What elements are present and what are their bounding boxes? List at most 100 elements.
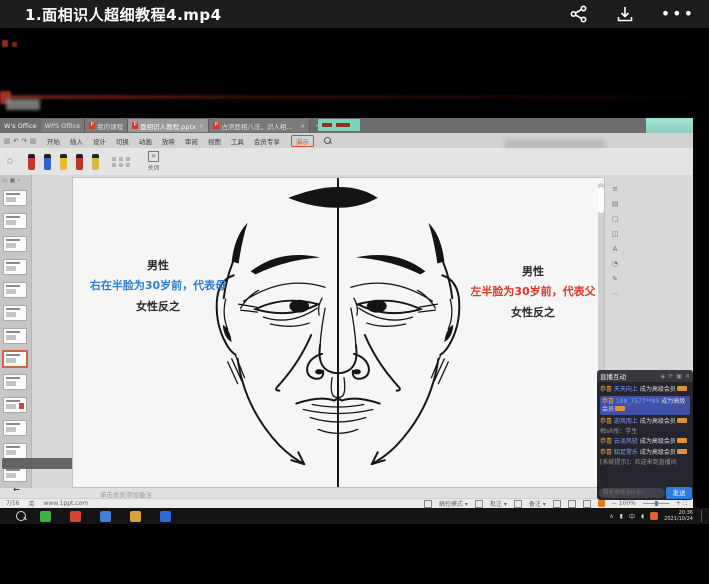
clock-icon[interactable]: ◔	[612, 260, 618, 268]
wps-doc-icon: P	[213, 122, 220, 129]
member-badge-icon	[676, 385, 687, 391]
slide-thumbnail[interactable]	[3, 236, 27, 252]
language-indicator: 英	[28, 501, 35, 508]
chat-input[interactable]	[599, 488, 665, 498]
view-mode-icon[interactable]	[424, 499, 432, 508]
close-icon[interactable]: ×	[148, 151, 160, 162]
download-icon[interactable]	[615, 4, 635, 24]
slide-thumbnail[interactable]	[3, 351, 27, 367]
slide-thumbnail[interactable]	[3, 328, 27, 344]
chat-title: 直播互动	[600, 373, 626, 381]
stocks-app-icon[interactable]	[70, 510, 81, 522]
file-explorer-icon[interactable]	[130, 510, 141, 522]
chat-username: 知足常乐	[613, 448, 640, 456]
text-tool-icon[interactable]: A	[613, 245, 618, 253]
wps-window-tab[interactable]: WPS Office	[40, 119, 86, 132]
menu-item[interactable]: 审阅	[180, 136, 203, 146]
show-desktop-button[interactable]	[701, 510, 705, 522]
close-chat-icon[interactable]: ✕	[685, 373, 690, 380]
menu-item-highlight[interactable]: 演示	[290, 134, 314, 147]
more-options-icon[interactable]: •••	[661, 4, 695, 24]
wps-window-tab[interactable]: P 我的课程	[85, 119, 129, 132]
print-icon[interactable]	[29, 137, 36, 144]
eraser-tools[interactable]	[111, 156, 130, 167]
slide-thumbnail[interactable]	[3, 397, 27, 413]
chat-username: 天天向上	[613, 385, 640, 393]
taskbar-search-icon[interactable]	[16, 511, 26, 521]
back-arrow-icon[interactable]: ←	[13, 485, 20, 494]
more-icon[interactable]: ⋯	[612, 290, 619, 298]
zoom-slider[interactable]	[642, 501, 669, 506]
menu-item[interactable]: 工具	[226, 136, 249, 146]
slide-thumbnail[interactable]	[3, 305, 27, 321]
view-mode-icon[interactable]	[474, 499, 483, 508]
redo-icon[interactable]: ↷	[21, 137, 26, 145]
marker-pen-icon[interactable]	[59, 153, 67, 170]
menu-item[interactable]: 开始	[42, 136, 65, 146]
wechat-icon[interactable]	[40, 510, 51, 522]
slide-thumbnail[interactable]	[3, 213, 27, 229]
menu-item[interactable]: 切换	[111, 136, 134, 146]
wps-window-tab[interactable]: P占测面相八法，识人相面，轻松…×	[209, 119, 311, 132]
search-icon[interactable]	[323, 137, 331, 144]
slide-view-icon[interactable]	[552, 499, 561, 508]
zoom-in-button[interactable]: + ⛶	[676, 500, 687, 508]
marker-pen-icon[interactable]	[75, 153, 83, 170]
scrollbar-thumb[interactable]	[598, 187, 604, 213]
marker-pen-icon[interactable]	[91, 153, 99, 170]
gender-label: 男性	[522, 265, 544, 278]
sorter-view-icon[interactable]	[567, 499, 576, 508]
tab-close-icon[interactable]: ×	[199, 122, 204, 130]
slide-thumbnail[interactable]	[3, 259, 27, 275]
wps-workspace: ▭▣› 男性 右在半脸为30岁前，代表母 女性反之 男性 左半脸为30岁前，代表…	[0, 175, 693, 488]
animation-icon[interactable]: ◫	[612, 230, 619, 238]
notes-icon[interactable]: ▤	[612, 200, 619, 208]
settings-icon[interactable]: ▣	[676, 373, 682, 380]
gift-icon[interactable]: ◈	[661, 373, 666, 380]
play-slideshow-icon[interactable]	[597, 500, 605, 507]
menu-item[interactable]: 插入	[65, 136, 88, 146]
layout-icon[interactable]: ▢	[612, 215, 619, 223]
zoom-slider-handle[interactable]	[654, 501, 658, 506]
slide-thumbnail[interactable]	[3, 190, 27, 206]
refresh-icon[interactable]: ⟳	[668, 373, 673, 380]
menu-item[interactable]: 会员专享	[249, 136, 285, 146]
tray-expand-icon[interactable]: ∧	[609, 513, 613, 520]
panel-view-icons[interactable]: ▭▣›	[2, 177, 22, 184]
send-button[interactable]: 发送	[666, 487, 692, 499]
tray-app-icon[interactable]	[650, 512, 659, 520]
undo-icon[interactable]: ↶	[13, 137, 18, 145]
wps-window-tab[interactable]: P 面相识人教程.pptx ×	[128, 119, 210, 132]
statusbar-button[interactable]: 备注 ▾	[529, 499, 546, 508]
tab-close-icon[interactable]: ×	[300, 122, 305, 130]
marker-pen-icon[interactable]	[43, 153, 51, 170]
slide-thumbnail[interactable]	[3, 282, 27, 298]
slide-thumbnail[interactable]	[3, 374, 27, 390]
member-badge-icon	[676, 417, 687, 423]
reading-view-icon[interactable]	[582, 499, 591, 508]
menu-item[interactable]: 放映	[157, 136, 180, 146]
close-pen-panel-button[interactable]: × 关闭	[148, 151, 160, 172]
menu-item[interactable]: 设计	[88, 136, 111, 146]
statusbar-button[interactable]: 批注 ▾	[490, 499, 507, 508]
recording-badge	[318, 119, 360, 131]
favorite-icon[interactable]: ✩	[6, 157, 14, 167]
edit-icon[interactable]: ✎	[612, 275, 618, 283]
marker-pen-icon[interactable]	[27, 153, 35, 170]
ime-icon[interactable]: 中	[629, 512, 635, 521]
slide-thumbnail[interactable]	[3, 420, 27, 436]
taskbar-clock[interactable]: 20:36 2021/10/24	[664, 510, 693, 522]
save-icon[interactable]	[4, 137, 10, 144]
volume-icon[interactable]: ◖	[641, 513, 644, 520]
outline-icon[interactable]: ≡	[612, 185, 618, 193]
battery-icon[interactable]: ▮	[620, 513, 623, 520]
view-mode-icon[interactable]	[513, 499, 522, 508]
statusbar-button[interactable]: 触控模式 ▾	[439, 499, 468, 508]
menu-item[interactable]: 动画	[134, 136, 157, 146]
video-app-icon[interactable]	[160, 510, 171, 522]
menu-item[interactable]: 视图	[203, 136, 226, 146]
qq-icon[interactable]	[100, 510, 111, 522]
share-icon[interactable]	[569, 4, 589, 24]
video-artifact	[12, 42, 17, 47]
slide-thumbnail[interactable]	[3, 443, 27, 459]
